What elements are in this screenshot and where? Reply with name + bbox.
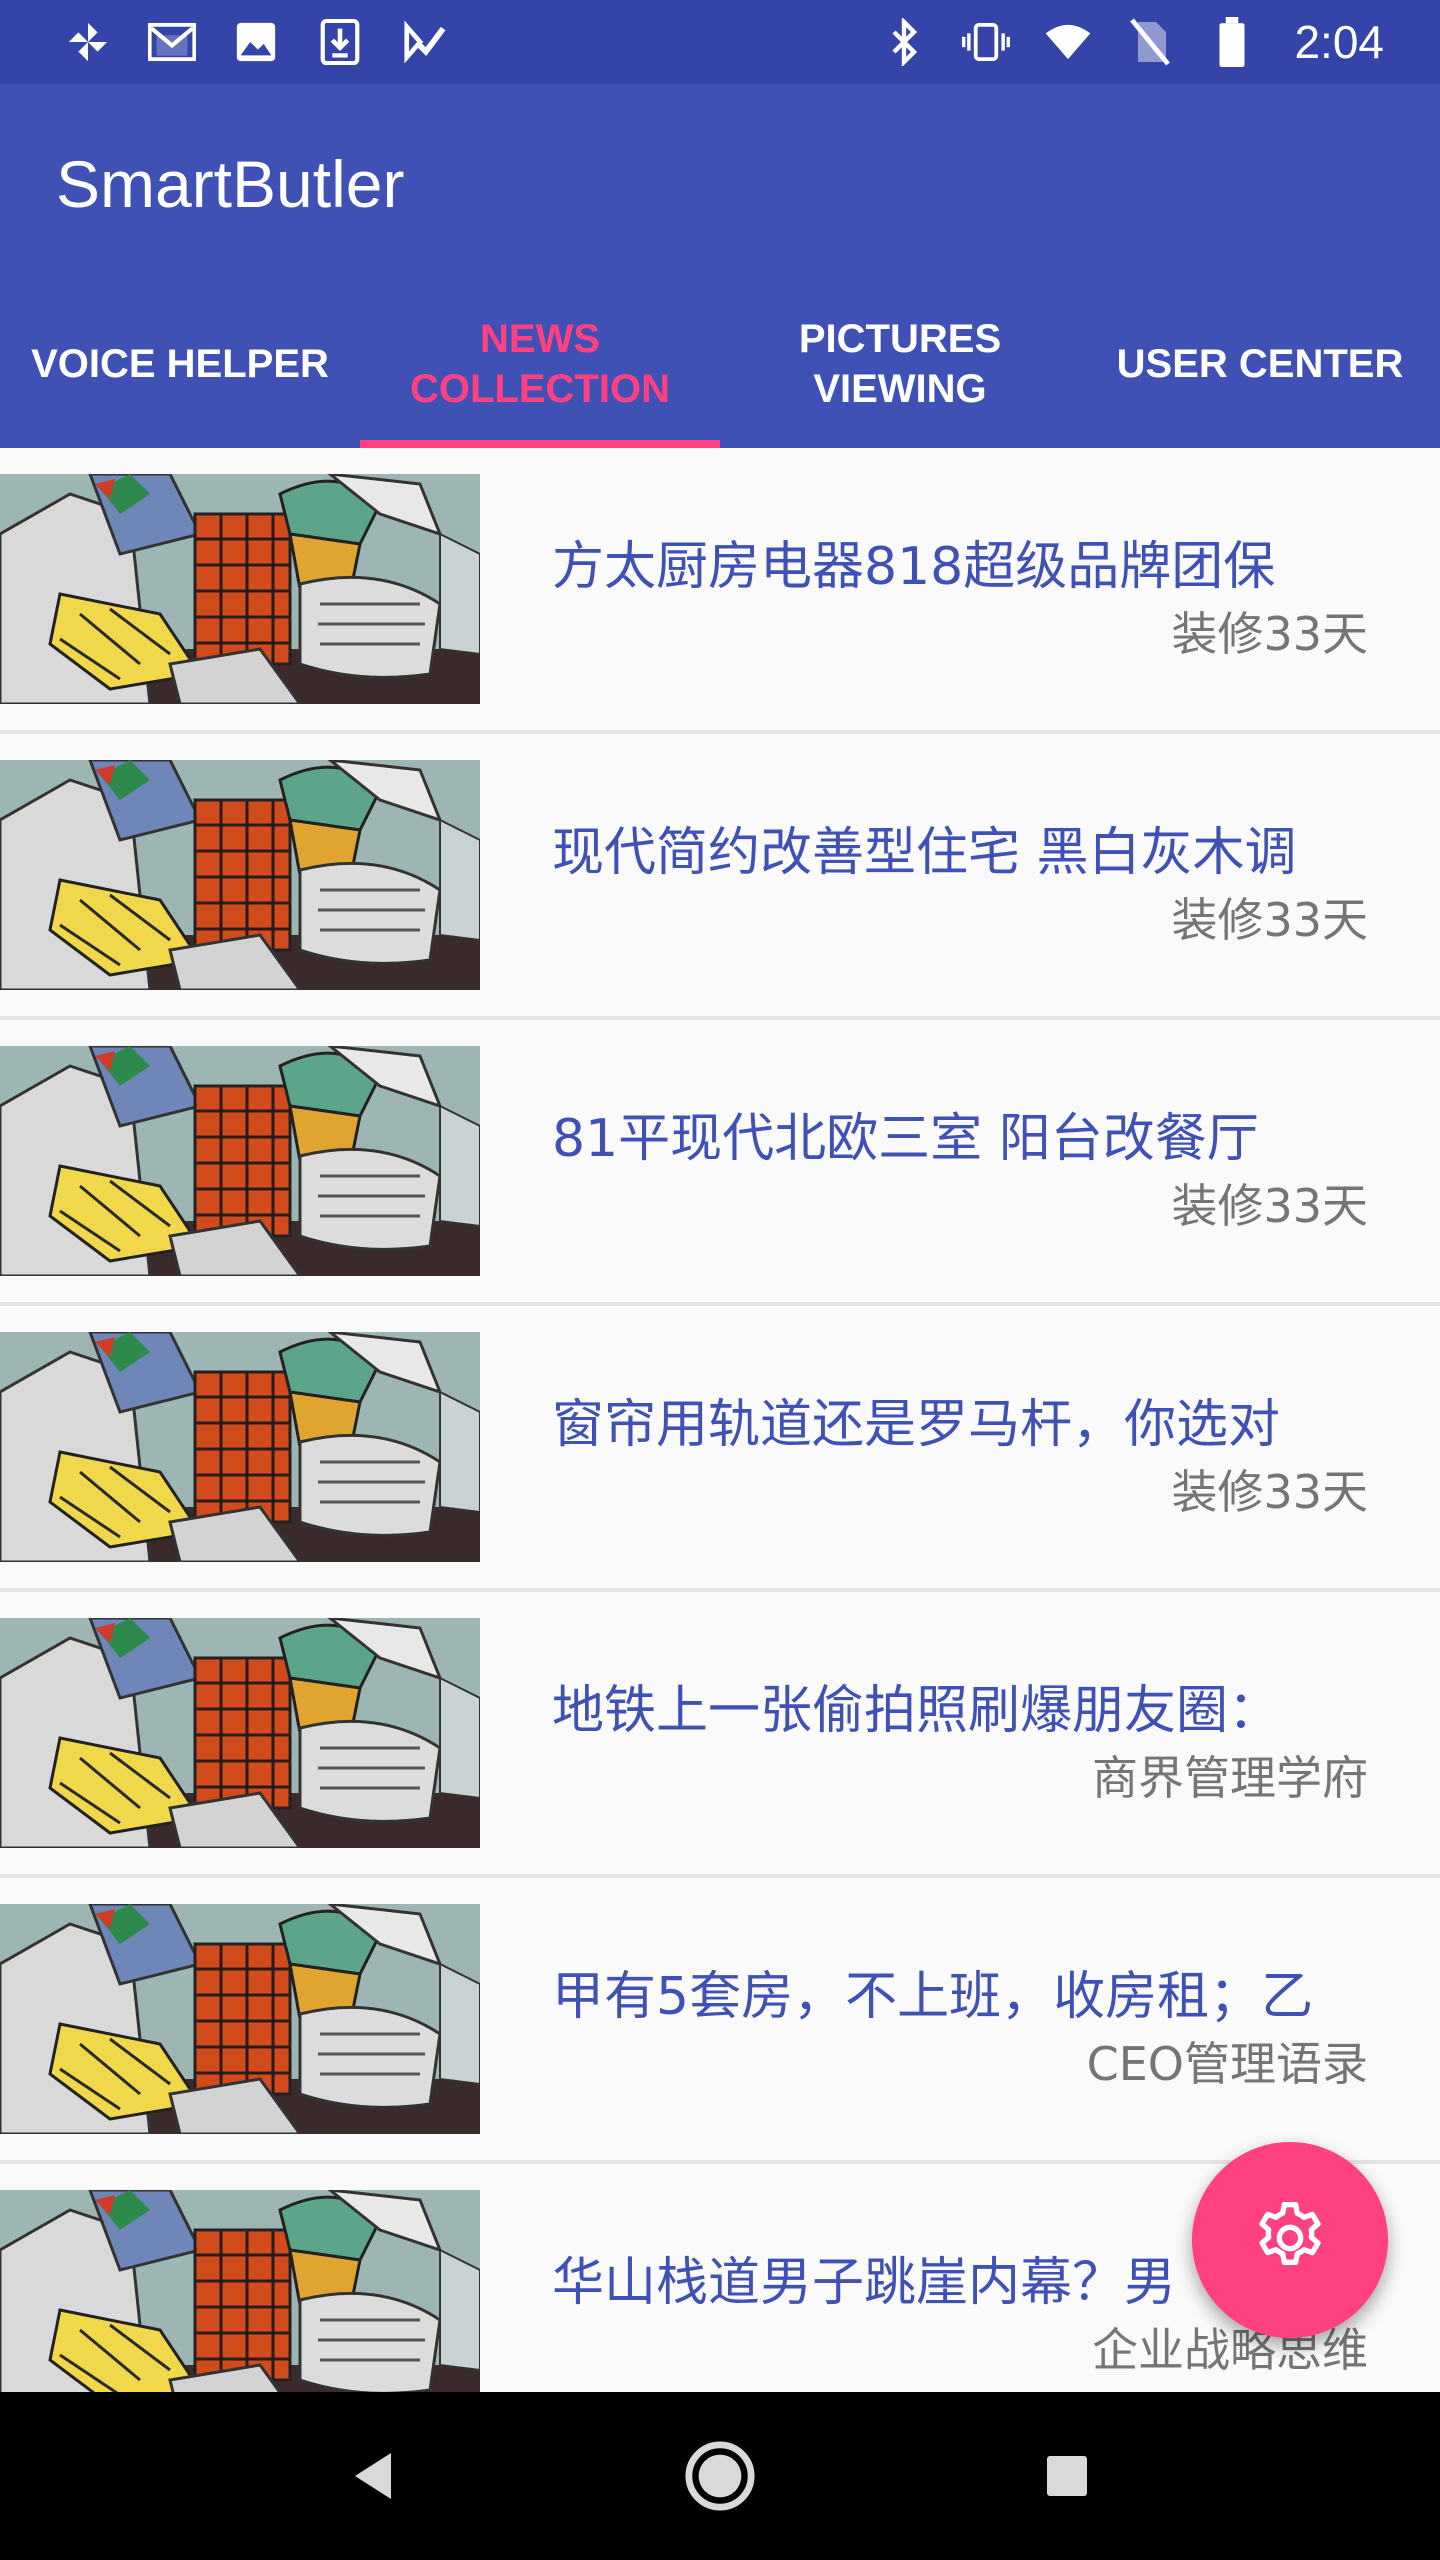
recents-icon[interactable]	[1022, 2431, 1112, 2521]
status-notifications	[64, 18, 448, 66]
tab-bar: VOICE HELPER NEWS COLLECTION PICTURES VI…	[0, 280, 1440, 448]
news-thumbnail	[0, 2190, 480, 2392]
news-source: 商界管理学府	[1092, 1751, 1368, 1805]
news-title: 81平现代北欧三室 阳台改餐厅	[552, 1109, 1259, 1169]
news-title: 地铁上一张偷拍照刷爆朋友圈：	[552, 1681, 1281, 1741]
news-list[interactable]: 方太厨房电器818超级品牌团保 装修33天 现代简约改善型住宅 黑白灰木调 装修…	[0, 448, 1440, 2392]
news-thumbnail	[0, 1904, 480, 2134]
tab-user-center[interactable]: USER CENTER	[1080, 280, 1440, 448]
news-source: 装修33天	[1171, 1179, 1368, 1233]
vibrate-icon	[962, 18, 1011, 66]
news-source: 装修33天	[1171, 1465, 1368, 1519]
news-source: CEO管理语录	[1086, 2037, 1368, 2091]
no-sim-icon	[1126, 18, 1174, 66]
settings-gear-icon	[1250, 2198, 1330, 2282]
image-icon	[232, 18, 280, 66]
news-title: 窗帘用轨道还是罗马杆，你选对	[552, 1395, 1281, 1455]
download-icon	[316, 18, 364, 66]
news-source: 装修33天	[1171, 893, 1368, 947]
news-thumbnail	[0, 474, 480, 704]
bluetooth-icon	[880, 18, 928, 66]
news-item[interactable]: 现代简约改善型住宅 黑白灰木调 装修33天	[0, 734, 1440, 1020]
news-thumbnail	[0, 760, 480, 990]
news-thumbnail	[0, 1618, 480, 1848]
news-item[interactable]: 甲有5套房，不上班，收房租；乙 CEO管理语录	[0, 1878, 1440, 2164]
gmail-icon	[148, 18, 196, 66]
news-title: 方太厨房电器818超级品牌团保	[552, 537, 1276, 597]
status-bar: 2:04	[0, 0, 1440, 84]
news-title: 现代简约改善型住宅 黑白灰木调	[552, 823, 1297, 883]
news-item[interactable]: 地铁上一张偷拍照刷爆朋友圈： 商界管理学府	[0, 1592, 1440, 1878]
task-icon	[400, 18, 448, 66]
app-title: SmartButler	[56, 147, 405, 221]
navigation-bar	[0, 2392, 1440, 2560]
tab-voice-helper[interactable]: VOICE HELPER	[0, 280, 360, 448]
tab-news-collection[interactable]: NEWS COLLECTION	[360, 280, 720, 448]
status-time: 2:04	[1294, 16, 1384, 68]
tab-indicator	[360, 440, 720, 448]
tab-pictures-viewing[interactable]: PICTURES VIEWING	[720, 280, 1080, 448]
news-thumbnail	[0, 1046, 480, 1276]
pinwheel-icon	[64, 18, 112, 66]
news-item[interactable]: 81平现代北欧三室 阳台改餐厅 装修33天	[0, 1020, 1440, 1306]
home-icon[interactable]	[675, 2431, 765, 2521]
news-source: 装修33天	[1171, 607, 1368, 661]
news-thumbnail	[0, 1332, 480, 1562]
wifi-icon	[1044, 18, 1092, 66]
battery-icon	[1208, 17, 1256, 67]
news-item[interactable]: 方太厨房电器818超级品牌团保 装修33天	[0, 448, 1440, 734]
news-item[interactable]: 窗帘用轨道还是罗马杆，你选对 装修33天	[0, 1306, 1440, 1592]
back-icon[interactable]	[328, 2431, 418, 2521]
status-system: 2:04	[880, 15, 1384, 69]
app-bar: SmartButler VOICE HELPER NEWS COLLECTION…	[0, 84, 1440, 448]
settings-fab[interactable]	[1192, 2142, 1388, 2338]
news-title: 甲有5套房，不上班，收房租；乙	[552, 1967, 1314, 2027]
